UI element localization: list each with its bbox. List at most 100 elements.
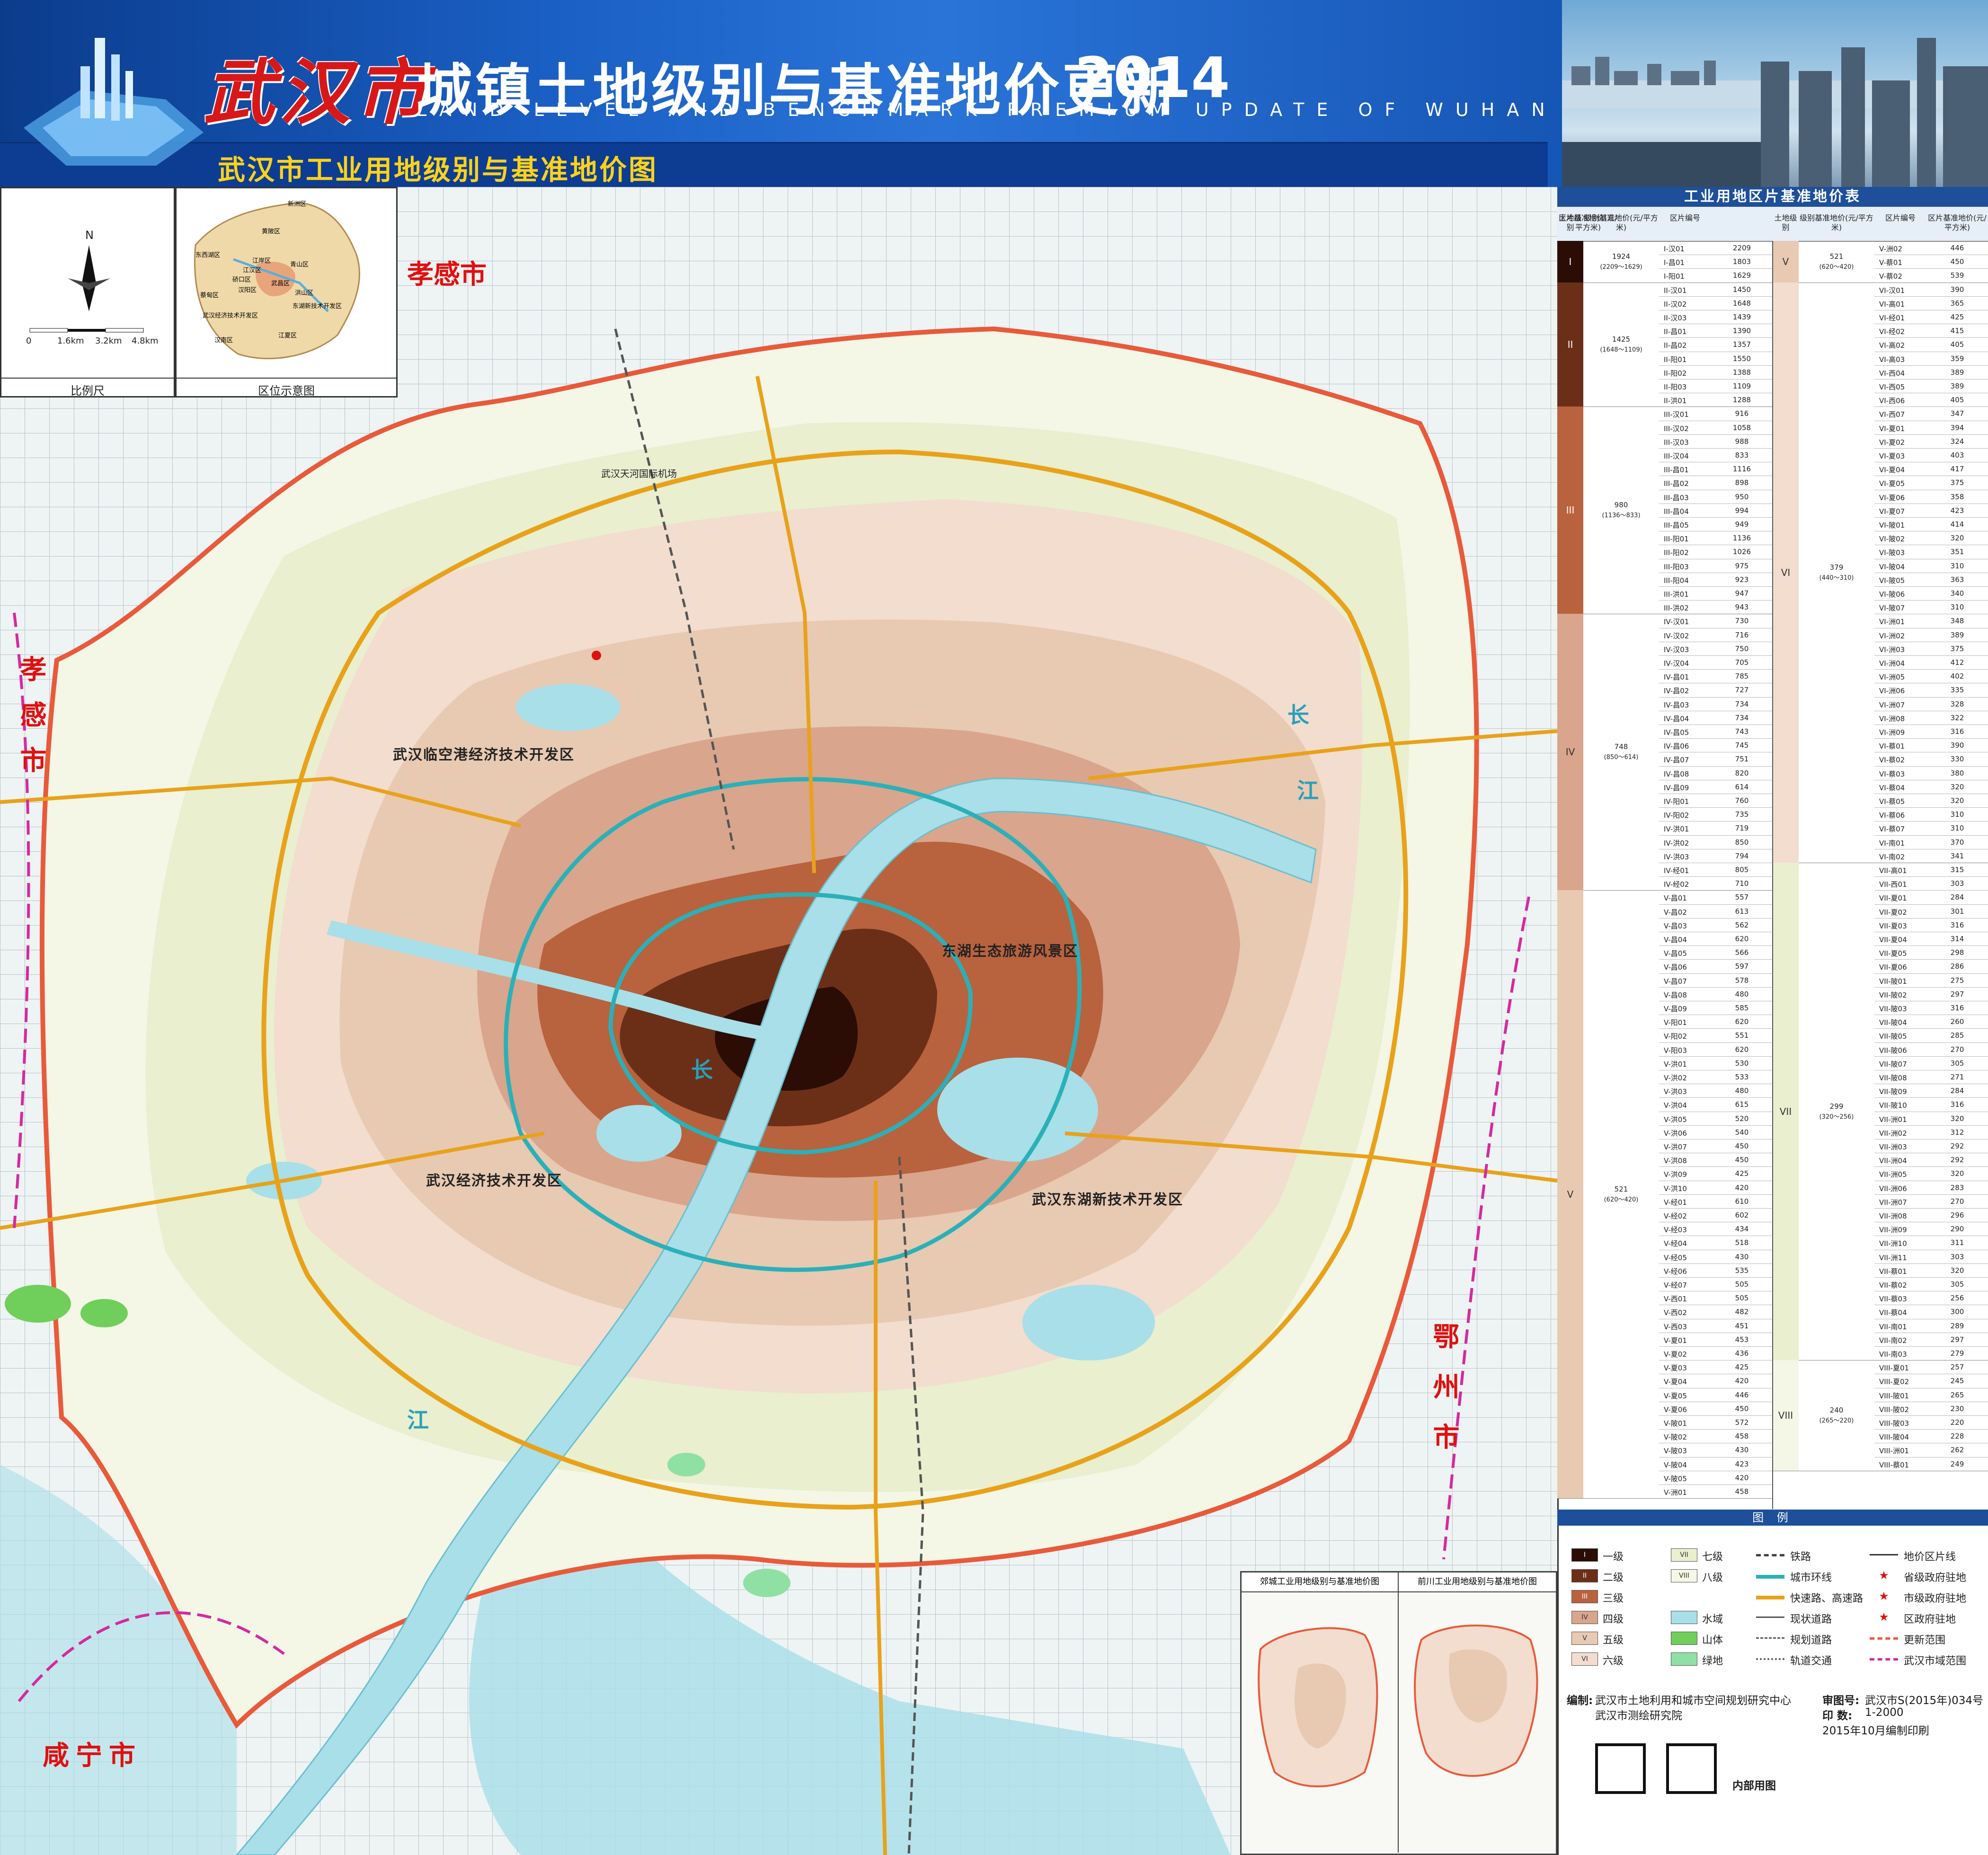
- compiler-label: 编制:: [1567, 1695, 1593, 1707]
- zone-price: 358: [1950, 492, 1964, 501]
- legend-label-land-1: 山体: [1702, 1634, 1723, 1646]
- zone-price: 988: [1735, 437, 1749, 446]
- zone-code: VI-洲03: [1879, 645, 1905, 654]
- zone-price: 562: [1735, 920, 1749, 929]
- zone-code: II-洪01: [1664, 397, 1687, 406]
- zone-code: VII-洲06: [1879, 1184, 1907, 1193]
- zone-code: VII-夏01: [1879, 894, 1907, 903]
- zone-price: 743: [1735, 727, 1749, 736]
- loc-district-jiangxia: 江夏区: [278, 332, 297, 339]
- zone-price: 320: [1950, 534, 1964, 543]
- zone-code: VI-蔡02: [1879, 756, 1905, 765]
- zone-code: IV-昌02: [1664, 687, 1689, 696]
- zone-price: 284: [1950, 893, 1964, 902]
- zone-code: VI-蔡04: [1879, 783, 1905, 792]
- zone-price: 425: [1950, 313, 1964, 321]
- table-row-divider: [1659, 807, 1773, 808]
- zone-code: III-汉04: [1664, 452, 1689, 460]
- zone-code: V-洲02: [1879, 245, 1902, 253]
- zone-code: V-陂01: [1664, 1419, 1687, 1428]
- zone-price: 389: [1950, 368, 1964, 377]
- table-row-divider: [1659, 586, 1773, 587]
- zone-price: 446: [1735, 1390, 1749, 1399]
- zone-code: VII-蔡02: [1879, 1281, 1907, 1290]
- zone-code: VII-陂02: [1879, 990, 1907, 999]
- zone-code: V-昌01: [1664, 894, 1687, 903]
- zone-code: VI-夏03: [1879, 452, 1905, 460]
- print-date: 2015年10月编制印刷: [1822, 1725, 1929, 1737]
- zone-code: V-洪05: [1664, 1115, 1687, 1124]
- table-row-divider: [1659, 918, 1773, 919]
- zone-price: 405: [1950, 340, 1964, 349]
- zone-price: 220: [1950, 1418, 1964, 1427]
- zone-price: 785: [1735, 672, 1749, 681]
- zone-price: 365: [1950, 299, 1964, 308]
- zone-price: 734: [1735, 713, 1749, 722]
- zone-code: IV-洪03: [1664, 852, 1689, 861]
- zone-code: VII-陂10: [1879, 1101, 1907, 1110]
- zone-price: 1288: [1732, 396, 1751, 405]
- level-divider: [1583, 890, 1773, 891]
- table-row-divider: [1659, 1208, 1773, 1209]
- zone-code: V-洪06: [1664, 1129, 1687, 1138]
- zone-price: 2209: [1732, 244, 1751, 252]
- zone-price: 751: [1735, 755, 1749, 764]
- loc-district-east-lake-hitech: 东湖新技术开发区: [293, 303, 342, 310]
- zone-code: VI-洲09: [1879, 728, 1905, 737]
- table-row-divider: [1874, 406, 1988, 407]
- zone-price: 539: [1950, 271, 1964, 280]
- table-row-divider: [1874, 600, 1988, 601]
- zone-price: 375: [1950, 478, 1964, 487]
- legend-label-symbol-1: 省级政府驻地: [1904, 1572, 1967, 1584]
- zone-code: V-夏04: [1664, 1378, 1687, 1387]
- zone-code: VI-洲06: [1879, 687, 1905, 696]
- zone-code: V-经04: [1664, 1239, 1687, 1248]
- zone-price: 719: [1735, 824, 1749, 833]
- zone-code: III-汉02: [1664, 424, 1689, 433]
- zone-price: 1439: [1732, 313, 1751, 321]
- col-price-left: 区片基准地价(元/平方米): [1559, 213, 1617, 232]
- zone-code: III-昌01: [1664, 466, 1689, 475]
- zone-price: 292: [1950, 1142, 1964, 1150]
- zone-code: II-昌01: [1664, 327, 1687, 336]
- zone-code: VII-高01: [1879, 866, 1907, 875]
- table-row-divider: [1874, 1457, 1988, 1458]
- zone-price: 265: [1950, 1390, 1964, 1399]
- table-row-divider: [1874, 517, 1988, 518]
- zone-price: 1058: [1732, 423, 1751, 432]
- zone-price: 1116: [1732, 465, 1751, 474]
- table-row-divider: [1874, 766, 1988, 767]
- zone-price: 425: [1735, 1169, 1749, 1178]
- level-avg-price: 521: [1829, 252, 1844, 261]
- zone-code: V-洪04: [1664, 1101, 1687, 1110]
- zone-price: 745: [1735, 741, 1749, 750]
- zone-code: VII-陂04: [1879, 1018, 1907, 1027]
- zone-code: II-阳03: [1664, 383, 1687, 391]
- zone-code: VI-陂02: [1879, 535, 1905, 544]
- zone-price: 436: [1735, 1349, 1749, 1358]
- zone-code: VII-洲07: [1879, 1198, 1907, 1207]
- zone-code: V-昌09: [1664, 1005, 1687, 1013]
- zone-code: III-汉03: [1664, 438, 1689, 447]
- zone-price: 403: [1950, 451, 1964, 459]
- level-avg-price: 1425: [1612, 335, 1631, 344]
- zone-price: 760: [1735, 796, 1749, 805]
- zone-price: 256: [1950, 1294, 1964, 1303]
- level-price-range: (1136～833): [1602, 512, 1641, 520]
- zone-price: 415: [1950, 327, 1964, 336]
- zone-price: 1388: [1732, 368, 1751, 377]
- zone-price: 389: [1950, 382, 1964, 390]
- zone-code: VIII-陂03: [1879, 1419, 1909, 1428]
- table-row-divider: [1659, 821, 1773, 822]
- zone-code: V-经06: [1664, 1267, 1687, 1276]
- zone-price: 994: [1735, 506, 1749, 515]
- zone-price: 328: [1950, 699, 1964, 708]
- zone-price: 312: [1950, 1128, 1964, 1137]
- zone-price: 375: [1950, 644, 1964, 653]
- zone-price: 557: [1735, 893, 1749, 902]
- legend-line-3: [1756, 1616, 1784, 1618]
- zone-code: VII-陂09: [1879, 1087, 1907, 1096]
- zone-price: 572: [1735, 1418, 1749, 1427]
- zone-price: 390: [1950, 285, 1964, 294]
- loc-district-econ-dev: 武汉经济技术开发区: [203, 312, 258, 319]
